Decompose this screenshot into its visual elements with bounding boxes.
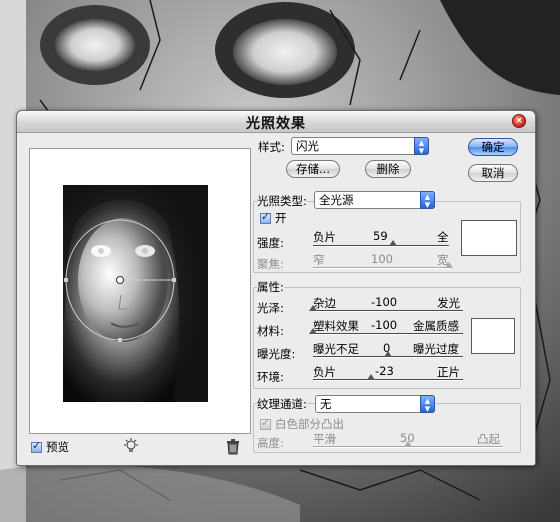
light-on-checkbox[interactable] [260,210,271,224]
exposure-min-label: 曝光不足 [313,342,359,356]
intensity-label: 强度: [257,236,284,250]
focus-value: 100 [371,252,393,266]
ambience-slider-thumb[interactable] [366,374,375,380]
height-min-label: 平滑 [313,432,336,446]
properties-label: 属性: [257,279,284,295]
intensity-min-label: 负片 [313,230,336,244]
material-label: 材料: [257,324,284,338]
style-label: 样式: [258,140,285,154]
gloss-slider-track[interactable] [313,310,463,312]
focus-label: 聚焦: [257,257,284,271]
white-high-checkbox [260,416,271,430]
white-high-label: 白色部分凸出 [275,417,344,431]
exposure-max-label: 曝光过度 [413,342,459,356]
lighting-effects-dialog: 光照效果 × ✓ 预览 样式: 闪光 ▲ ▼ 存储... 删除 确定 取消 光照… [16,110,536,466]
ambience-slider-track[interactable] [313,379,463,381]
dialog-title: 光照效果 [246,116,306,132]
ambience-max-label: 正片 [437,365,460,379]
intensity-value: 59 [373,229,388,243]
ambience-min-label: 负片 [313,365,336,379]
height-label: 高度: [257,436,284,450]
material-slider-thumb[interactable] [309,328,317,334]
light-on-label: 开 [275,211,287,225]
delete-style-button[interactable]: 删除 [365,160,411,178]
material-min-label: 塑料效果 [313,319,359,333]
light-type-value: 全光源 [319,193,354,207]
gloss-label: 光泽: [257,301,284,315]
ambience-label: 环境: [257,370,284,384]
texture-channel-dropdown[interactable]: 无 ▲ ▼ [315,395,435,413]
gloss-slider-thumb[interactable] [309,305,317,311]
close-button[interactable]: × [512,114,526,128]
preview-checkbox[interactable] [31,439,42,453]
gloss-value: -100 [371,295,398,309]
ambience-value: -23 [375,364,394,378]
focus-slider-thumb [445,262,453,268]
style-value: 闪光 [296,139,319,153]
save-style-button[interactable]: 存储... [286,160,340,178]
style-dropdown[interactable]: 闪光 ▲ ▼ [291,137,429,155]
trash-icon[interactable] [226,439,240,455]
preview-image[interactable] [63,185,208,402]
preview-label: 预览 [46,440,69,454]
cancel-button[interactable]: 取消 [468,164,518,182]
light-type-label: 光照类型: [257,193,307,209]
light-color-swatch[interactable] [461,220,517,256]
light-bulb-icon[interactable] [123,438,139,455]
close-icon: × [515,116,523,126]
texture-channel-label: 纹理通道: [257,396,307,412]
dropdown-arrow-icon: ▲ ▼ [414,137,429,155]
height-slider-thumb [404,441,412,447]
intensity-slider-thumb[interactable] [389,240,398,246]
material-slider-track[interactable] [313,333,463,335]
exposure-slider-thumb[interactable] [384,351,392,357]
ok-button[interactable]: 确定 [468,138,518,156]
focus-min-label: 窄 [313,253,325,267]
height-max-label: 凸起 [477,432,500,446]
intensity-max-label: 全 [437,230,449,244]
title-bar[interactable]: 光照效果 × [17,111,535,133]
material-max-label: 金属质感 [413,319,459,333]
intensity-slider-track[interactable] [313,245,449,247]
texture-channel-value: 无 [320,397,332,411]
exposure-label: 曝光度: [257,347,296,361]
gloss-max-label: 发光 [437,296,460,310]
dropdown-arrow-icon: ▲ ▼ [420,395,435,413]
dropdown-arrow-icon: ▲ ▼ [420,191,435,209]
focus-slider-track [313,267,449,269]
preview-panel [29,148,251,434]
material-value: -100 [371,318,398,332]
ambient-color-swatch[interactable] [471,318,515,354]
light-type-dropdown[interactable]: 全光源 ▲ ▼ [314,191,435,209]
